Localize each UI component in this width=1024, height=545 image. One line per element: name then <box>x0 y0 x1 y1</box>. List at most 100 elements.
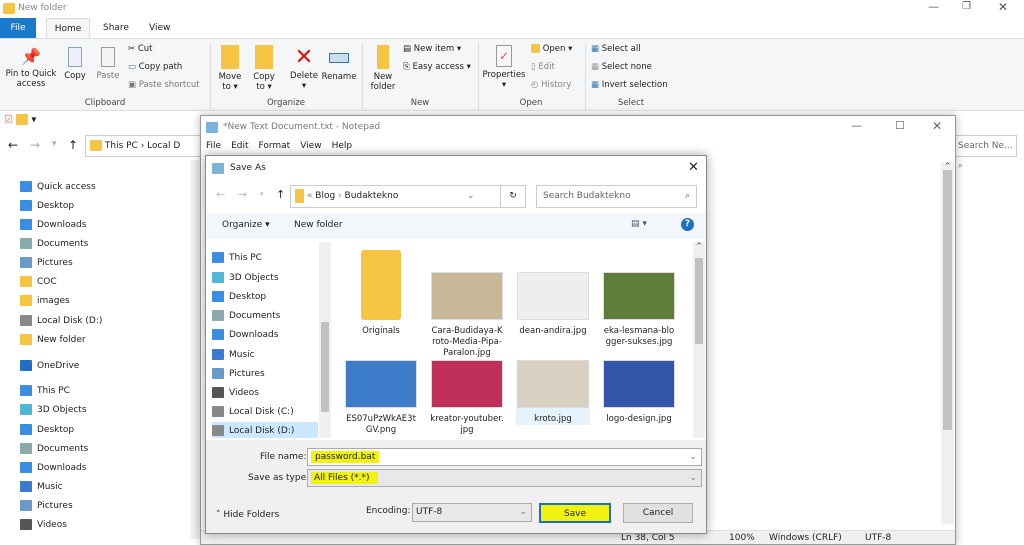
nav-item[interactable]: Videos <box>212 384 318 402</box>
refresh-button[interactable]: ↻ <box>500 185 526 208</box>
nav-item[interactable]: Pictures <box>20 254 195 272</box>
nav-item[interactable]: OneDrive <box>20 357 195 375</box>
copy-to-button[interactable]: Copy to ▾ <box>250 45 278 92</box>
up-button[interactable]: ↑ <box>68 138 78 152</box>
dropdown-icon[interactable]: ⌄ <box>689 449 697 465</box>
copy-path-button[interactable]: ▭ Copy path <box>128 62 182 72</box>
address-bar[interactable]: This PC › Local D <box>85 135 205 157</box>
dialog-address-bar[interactable]: « Blog › Budaktekno ⌄ <box>290 185 526 208</box>
cut-button[interactable]: ✂ Cut <box>128 44 152 54</box>
easy-access-button[interactable]: ⎘ Easy access ▾ <box>403 62 471 72</box>
open-button[interactable]: Open ▾ <box>531 44 572 54</box>
file-name-input[interactable]: password.bat ⌄ <box>307 448 702 466</box>
help-icon[interactable]: ? <box>681 218 694 231</box>
breadcrumb-budaktekno[interactable]: Budaktekno <box>345 191 399 201</box>
delete-button[interactable]: ✕ Delete ▾ <box>287 45 321 91</box>
nav-item[interactable]: Local Disk (D:) <box>212 422 318 438</box>
notepad-minimize-button[interactable]: — <box>851 119 862 132</box>
scrollbar-thumb[interactable] <box>943 170 952 430</box>
new-folder-button[interactable]: New folder <box>368 45 398 92</box>
nav-item[interactable]: Desktop <box>212 288 318 306</box>
notepad-close-button[interactable]: ✕ <box>932 119 942 133</box>
new-folder-button[interactable]: New folder <box>294 220 343 230</box>
back-button[interactable]: ← <box>216 188 225 201</box>
paste-button[interactable]: Paste <box>94 45 122 81</box>
file-item[interactable]: eka-lesmana-blogger-sukses.jpg <box>602 250 676 348</box>
grid-scrollbar[interactable]: ^ <box>693 242 705 438</box>
nav-item[interactable]: Documents <box>212 307 318 325</box>
nav-item[interactable]: This PC <box>20 382 195 400</box>
file-item[interactable]: kreator-youtuber.jpg <box>430 360 504 436</box>
cancel-button[interactable]: Cancel <box>623 503 693 523</box>
up-button[interactable]: ↑ <box>276 188 285 201</box>
tab-home[interactable]: Home <box>46 18 90 39</box>
copy-button[interactable]: Copy <box>62 45 88 81</box>
new-item-button[interactable]: ▤ New item ▾ <box>403 44 461 54</box>
tab-view[interactable]: View <box>149 23 170 33</box>
nav-item[interactable]: This PC <box>212 249 318 267</box>
save-as-type-select[interactable]: All Files (*.*) ⌄ <box>307 469 702 487</box>
customize-toolbar-icon[interactable]: ▾ <box>31 115 36 126</box>
encoding-select[interactable]: UTF-8 ⌄ <box>412 503 532 522</box>
explorer-search-input[interactable]: Search Ne... ⌕ <box>955 135 1017 171</box>
restore-button[interactable]: ❐ <box>962 1 971 12</box>
nav-item[interactable]: images <box>20 292 195 310</box>
menu-help[interactable]: Help <box>332 141 353 151</box>
save-button[interactable]: Save <box>539 503 611 523</box>
menu-edit[interactable]: Edit <box>231 141 248 151</box>
nav-item[interactable]: Documents <box>20 440 195 458</box>
edit-button[interactable]: ▯ Edit <box>531 62 555 72</box>
forward-button[interactable]: → <box>30 138 40 152</box>
nav-item[interactable]: Desktop <box>20 197 195 215</box>
address-dropdown-icon[interactable]: ⌄ <box>467 186 475 207</box>
select-none-button[interactable]: ▦ Select none <box>591 62 652 72</box>
properties-small-icon[interactable]: ☑ <box>4 115 13 126</box>
move-to-button[interactable]: Move to ▾ <box>216 45 244 92</box>
nav-item[interactable]: Music <box>20 478 195 496</box>
dialog-search-input[interactable]: Search Budaktekno ⌕ <box>536 185 697 208</box>
nav-item[interactable]: Downloads <box>212 326 318 344</box>
menu-file[interactable]: File <box>206 141 221 151</box>
scrollbar-thumb[interactable] <box>695 258 703 344</box>
history-button[interactable]: ◴ History <box>531 80 571 90</box>
nav-item[interactable]: Downloads <box>20 459 195 477</box>
file-item[interactable]: dean-andira.jpg <box>516 250 590 337</box>
dialog-close-button[interactable]: ✕ <box>688 160 699 175</box>
notepad-vertical-scrollbar[interactable]: ^ <box>941 162 954 524</box>
file-item[interactable]: logo-design.jpg <box>602 360 676 425</box>
nav-item[interactable]: Local Disk (D:) <box>20 312 195 330</box>
menu-view[interactable]: View <box>300 141 321 151</box>
recent-dropdown[interactable]: ▾ <box>52 139 57 149</box>
nav-item[interactable]: Pictures <box>212 365 318 383</box>
view-options-button[interactable]: ▤ ▾ <box>631 219 647 229</box>
scrollbar-thumb[interactable] <box>321 322 329 412</box>
tab-file[interactable]: File <box>0 18 36 38</box>
forward-button[interactable]: → <box>238 188 247 201</box>
file-item[interactable]: ES07uPzWkAE3tGV.png <box>344 360 418 436</box>
nav-item[interactable]: Desktop <box>20 421 195 439</box>
hide-folders-button[interactable]: ˄ Hide Folders <box>216 510 279 520</box>
notepad-maximize-button[interactable]: ☐ <box>895 119 905 132</box>
close-button[interactable]: ✕ <box>998 0 1008 14</box>
organize-button[interactable]: Organize ▾ <box>222 220 270 230</box>
minimize-button[interactable]: — <box>928 0 939 13</box>
pin-quick-access-button[interactable]: 📌 Pin to Quick access <box>3 45 59 89</box>
scroll-up-icon[interactable]: ^ <box>941 162 954 170</box>
rename-button[interactable]: Rename <box>321 45 357 82</box>
nav-item[interactable]: Downloads <box>20 216 195 234</box>
file-item[interactable]: Cara-Budidaya-Kroto-Media-Pipa-Paralon.j… <box>430 250 504 359</box>
recent-dropdown[interactable]: ▾ <box>260 190 264 198</box>
select-all-button[interactable]: ▦ Select all <box>591 44 641 54</box>
nav-item[interactable]: COC <box>20 273 195 291</box>
properties-button[interactable]: ✓ Properties ▾ <box>482 45 526 90</box>
paste-shortcut-button[interactable]: ▣ Paste shortcut <box>128 80 200 90</box>
back-button[interactable]: ← <box>8 138 18 152</box>
menu-format[interactable]: Format <box>259 141 291 151</box>
nav-item[interactable]: Music <box>212 346 318 364</box>
nav-item[interactable]: Documents <box>20 235 195 253</box>
explorer-nav-scrollbar[interactable] <box>191 160 199 539</box>
file-item[interactable]: kroto.jpg <box>516 360 590 425</box>
nav-item[interactable]: Local Disk (C:) <box>212 403 318 421</box>
folder-item[interactable]: Originals <box>344 250 418 337</box>
nav-item[interactable]: Pictures <box>20 497 195 515</box>
